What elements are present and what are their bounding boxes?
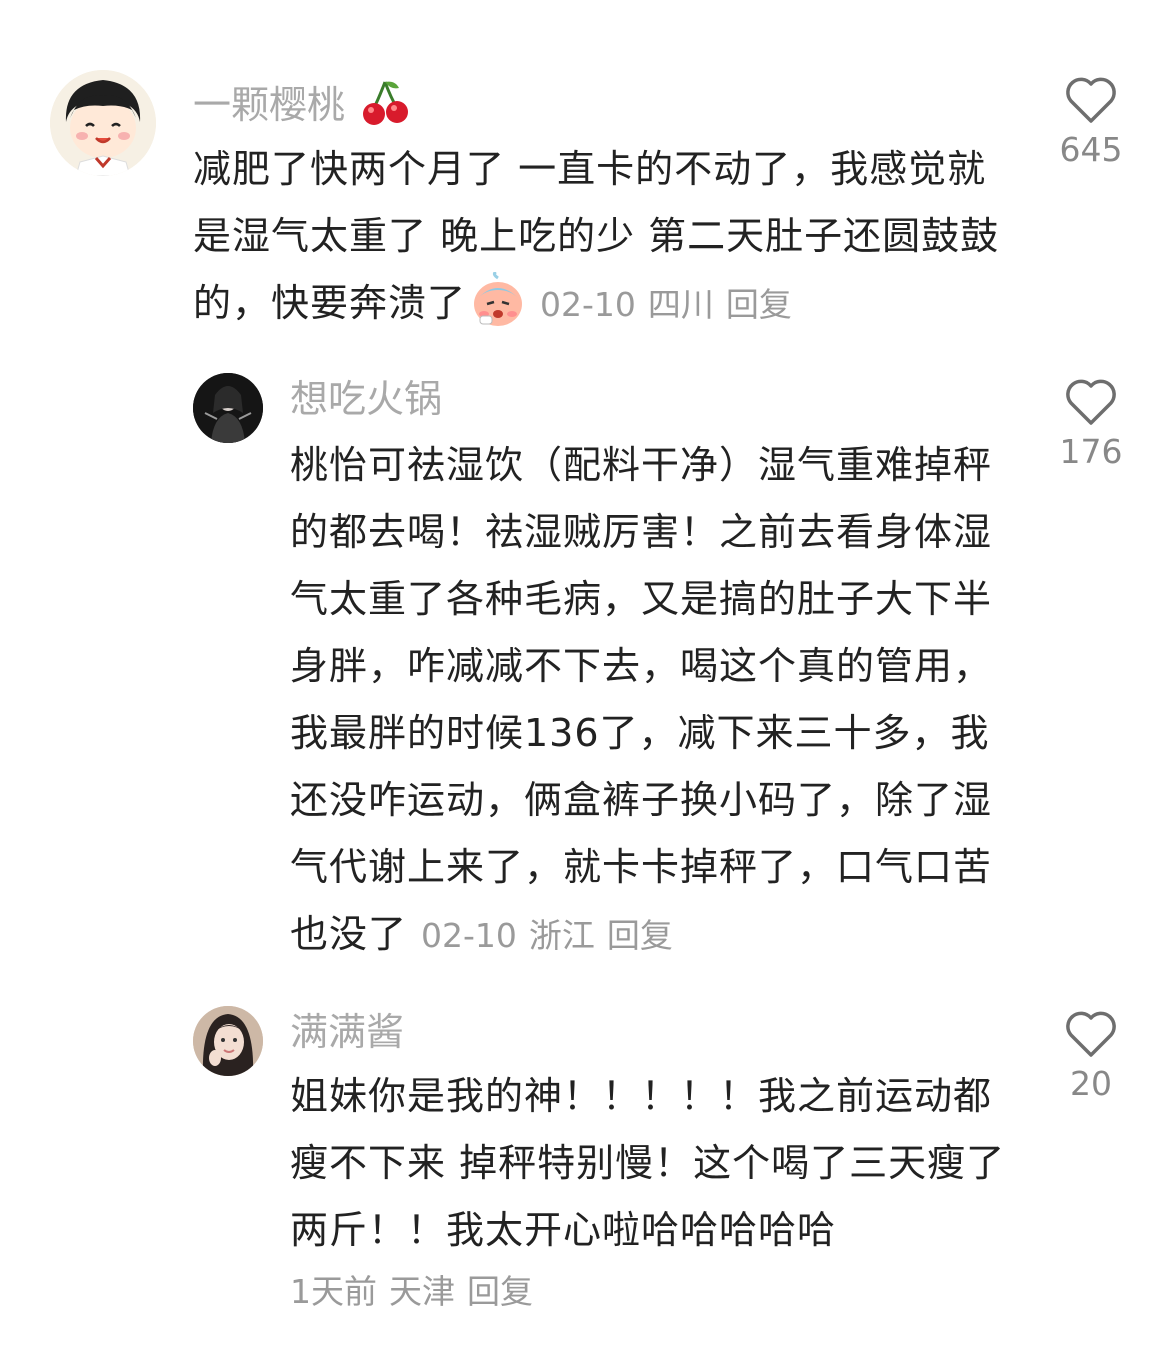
like-count: 20 — [1070, 1064, 1112, 1103]
comment-body[interactable]: 姐妹你是我的神！！！！！我之前运动都瘦不下来 掉秤特别慢！这个喝了三天瘦了两斤！… — [290, 1063, 1012, 1264]
comment-3: 满满酱 姐妹你是我的神！！！！！我之前运动都瘦不下来 掉秤特别慢！这个喝了三天瘦… — [0, 0, 1170, 1358]
girl-photo-avatar — [193, 1006, 263, 1076]
comment-location: 天津 — [389, 1272, 455, 1311]
comment-meta: 1天前 天津 回复 — [290, 1270, 533, 1314]
comment-text: 姐妹你是我的神！！！！！我之前运动都瘦不下来 掉秤特别慢！这个喝了三天瘦了两斤！… — [290, 1074, 1006, 1252]
avatar[interactable] — [193, 1006, 263, 1076]
username[interactable]: 满满酱 — [290, 1010, 404, 1054]
reply-button[interactable]: 回复 — [467, 1272, 533, 1311]
like-button[interactable]: 20 — [1036, 1010, 1146, 1104]
comment-date: 1天前 — [290, 1272, 377, 1311]
heart-icon — [1066, 1011, 1116, 1057]
username-text: 满满酱 — [290, 1010, 405, 1054]
